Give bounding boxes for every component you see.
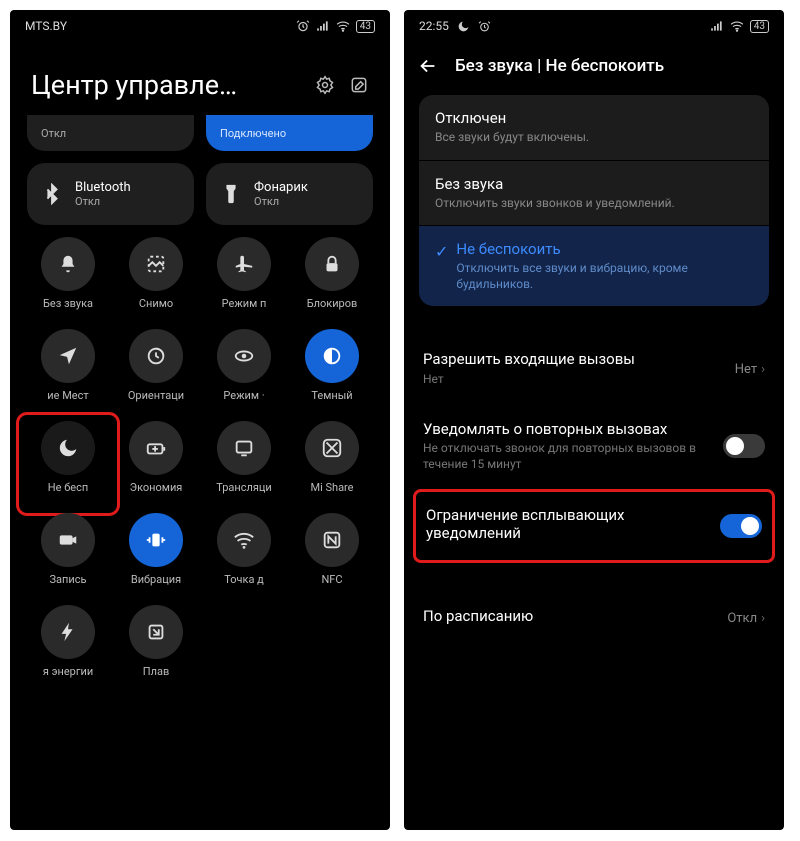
location-icon xyxy=(41,329,95,383)
toggle-screenshot[interactable]: Снимо xyxy=(115,237,197,323)
battery-indicator: 43 xyxy=(356,20,375,33)
repeat-calls-row[interactable]: Уведомлять о повторных вызовах Не отключ… xyxy=(405,404,783,489)
orientation-icon xyxy=(129,329,183,383)
camera-icon xyxy=(41,513,95,567)
toggle-camera[interactable]: Запись xyxy=(27,513,109,599)
moon-icon xyxy=(41,421,95,475)
toggle-cast[interactable]: Трансляци xyxy=(203,421,285,507)
toggle-label: Режим п xyxy=(222,297,267,323)
settings-gear-icon[interactable] xyxy=(315,75,335,95)
toggle-label: Трансляци xyxy=(216,481,272,507)
chevron-right-icon: › xyxy=(761,362,765,377)
toggle-floating[interactable]: Плав xyxy=(115,605,197,691)
vibrate-icon xyxy=(129,513,183,567)
mishare-icon xyxy=(305,421,359,475)
toggle-label: Плав xyxy=(143,665,169,691)
chevron-right-icon: › xyxy=(761,611,765,626)
signal-icon xyxy=(316,19,330,33)
carrier-label: MTS.BY xyxy=(25,19,67,33)
toggle-label: Точка д xyxy=(224,573,264,599)
bell-icon xyxy=(41,237,95,291)
toggle-label: Экономия xyxy=(130,481,183,507)
floating-icon xyxy=(129,605,183,659)
toggle-label: Темный xyxy=(311,389,352,415)
partial-tile-2[interactable]: Подключено xyxy=(206,115,373,151)
flashlight-icon xyxy=(220,183,242,205)
edit-icon[interactable] xyxy=(349,75,369,95)
toggle-label: Блокиров xyxy=(307,297,358,323)
toggle-label: Снимо xyxy=(139,297,173,323)
repeat-calls-switch[interactable] xyxy=(723,434,765,458)
checkmark-icon: ✓ xyxy=(435,242,448,261)
toggle-label: Mi Share xyxy=(310,481,353,507)
schedule-row[interactable]: По расписанию Откл › xyxy=(405,591,783,645)
moon-status-icon xyxy=(457,20,470,33)
toggle-bell[interactable]: Без звука xyxy=(27,237,109,323)
battery-plus-icon xyxy=(129,421,183,475)
toggle-label: Вибрация xyxy=(131,573,181,599)
signal-icon xyxy=(710,19,724,33)
bluetooth-tile[interactable]: Bluetooth Откл xyxy=(27,163,194,225)
status-bar: 22:55 43 xyxy=(405,11,783,41)
flashlight-tile[interactable]: Фонарик Откл xyxy=(206,163,373,225)
status-time: 22:55 xyxy=(419,19,449,33)
toggle-vibrate[interactable]: Вибрация xyxy=(115,513,197,599)
alarm-icon xyxy=(296,19,310,33)
battery-indicator: 43 xyxy=(750,20,769,33)
nfc-icon xyxy=(305,513,359,567)
toggle-label: Режим · xyxy=(223,389,264,415)
toggle-label: я энергии xyxy=(43,665,93,691)
toggle-label: Запись xyxy=(50,573,87,599)
wifi-icon xyxy=(336,19,350,33)
popup-limit-row[interactable]: Ограничение всплывающих уведомлений xyxy=(416,492,772,561)
toggle-label: Не бесп xyxy=(48,481,88,507)
toggle-mishare[interactable]: Mi Share xyxy=(291,421,373,507)
control-center-title: Центр управле… xyxy=(31,69,237,101)
toggle-label: Ориентаци xyxy=(128,389,184,415)
toggle-label: ие Мест xyxy=(47,389,88,415)
sound-mode-option-0[interactable]: ОтключенВсе звуки будут включены. xyxy=(419,95,769,160)
airplane-icon xyxy=(217,237,271,291)
toggle-airplane[interactable]: Режим п xyxy=(203,237,285,323)
phone-control-center: MTS.BY 43 Центр управле… xyxy=(10,10,390,830)
back-button[interactable] xyxy=(417,55,439,77)
bluetooth-icon xyxy=(41,183,63,205)
toggle-battery-plus[interactable]: Экономия xyxy=(115,421,197,507)
settings-title: Без звука | Не беспокоить xyxy=(455,56,664,76)
alarm-status-icon xyxy=(478,20,491,33)
popup-limit-switch[interactable] xyxy=(720,514,762,538)
allow-incoming-calls-row[interactable]: Разрешить входящие вызовы Нет Нет › xyxy=(405,334,783,403)
partial-tile-1[interactable]: Откл xyxy=(27,115,194,151)
toggle-nfc[interactable]: NFC xyxy=(291,513,373,599)
toggle-location[interactable]: ие Мест xyxy=(27,329,109,415)
screenshot-icon xyxy=(129,237,183,291)
bolt-icon xyxy=(41,605,95,659)
toggle-wifi[interactable]: Точка д xyxy=(203,513,285,599)
large-tile-partial-row: Откл Подключено xyxy=(27,115,373,151)
toggle-lock[interactable]: Блокиров xyxy=(291,237,373,323)
toggle-label: Без звука xyxy=(43,297,93,323)
wifi-icon xyxy=(730,19,744,33)
toggle-moon[interactable]: Не бесп xyxy=(21,417,115,511)
status-bar: MTS.BY 43 xyxy=(11,11,389,41)
toggle-eye[interactable]: Режим · xyxy=(203,329,285,415)
toggle-bolt[interactable]: я энергии xyxy=(27,605,109,691)
toggle-label: NFC xyxy=(321,573,342,599)
sound-mode-option-2[interactable]: ✓Не беспокоитьОтключить все звуки и вибр… xyxy=(419,226,769,306)
lock-icon xyxy=(305,237,359,291)
phone-dnd-settings: 22:55 43 Без звука | Не беспокоить Отклю… xyxy=(404,10,784,830)
toggle-orientation[interactable]: Ориентаци xyxy=(115,329,197,415)
eye-icon xyxy=(217,329,271,383)
sound-mode-option-1[interactable]: Без звукаОтключить звуки звонков и уведо… xyxy=(419,161,769,226)
darkmode-icon xyxy=(305,329,359,383)
cast-icon xyxy=(217,421,271,475)
toggle-darkmode[interactable]: Темный xyxy=(291,329,373,415)
wifi-icon xyxy=(217,513,271,567)
